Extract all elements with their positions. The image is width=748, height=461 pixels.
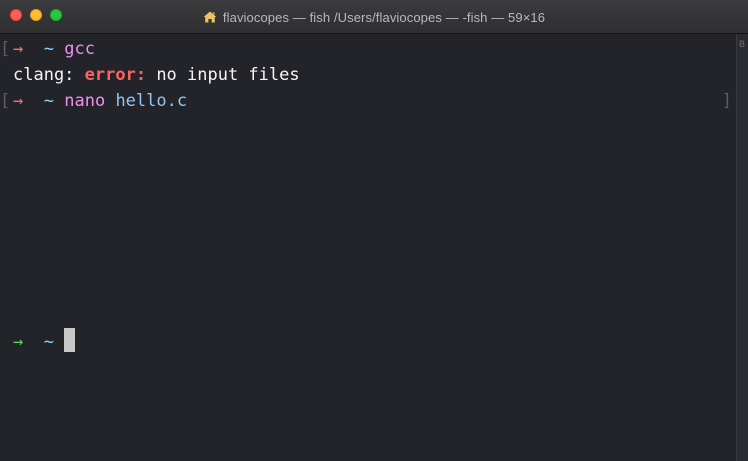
window-title-text: flaviocopes — fish /Users/flaviocopes — … <box>222 9 546 25</box>
terminal-output[interactable]: [ → ~ gcc clang: error: no input files [… <box>0 34 736 461</box>
output-message: no input files <box>146 65 300 85</box>
line-marker-bracket: [ <box>0 39 11 59</box>
terminal-window: flaviocopes — fish /Users/flaviocopes — … <box>0 0 748 461</box>
prompt-cwd: ~ <box>43 91 54 111</box>
title-bar[interactable]: flaviocopes — fish /Users/flaviocopes — … <box>0 0 748 34</box>
prompt-arrow: → <box>13 332 24 352</box>
command-text: gcc <box>64 39 95 59</box>
home-folder-icon <box>203 11 217 23</box>
window-title: flaviocopes — fish /Users/flaviocopes — … <box>0 0 748 34</box>
scrollbar-mark: B <box>739 39 746 49</box>
scrollbar[interactable]: B <box>736 34 748 461</box>
terminal-line-gcc: → ~ gcc <box>13 36 95 63</box>
command-argument: hello.c <box>115 91 188 111</box>
terminal-current-prompt[interactable]: → ~ <box>13 328 76 355</box>
prompt-arrow: → <box>13 39 24 59</box>
command-text: nano <box>64 91 106 111</box>
prompt-cwd: ~ <box>43 332 54 352</box>
terminal-line-error: clang: error: no input files <box>13 62 300 89</box>
prompt-cwd: ~ <box>43 39 54 59</box>
line-marker-bracket-right: ] <box>721 91 732 111</box>
prompt-arrow: → <box>13 91 24 111</box>
line-marker-bracket: [ <box>0 91 11 111</box>
output-error-label: error: <box>84 65 147 85</box>
text-cursor <box>64 328 76 352</box>
terminal-line-nano: → ~ nano hello.c <box>13 88 187 115</box>
output-prefix: clang: <box>13 65 85 85</box>
